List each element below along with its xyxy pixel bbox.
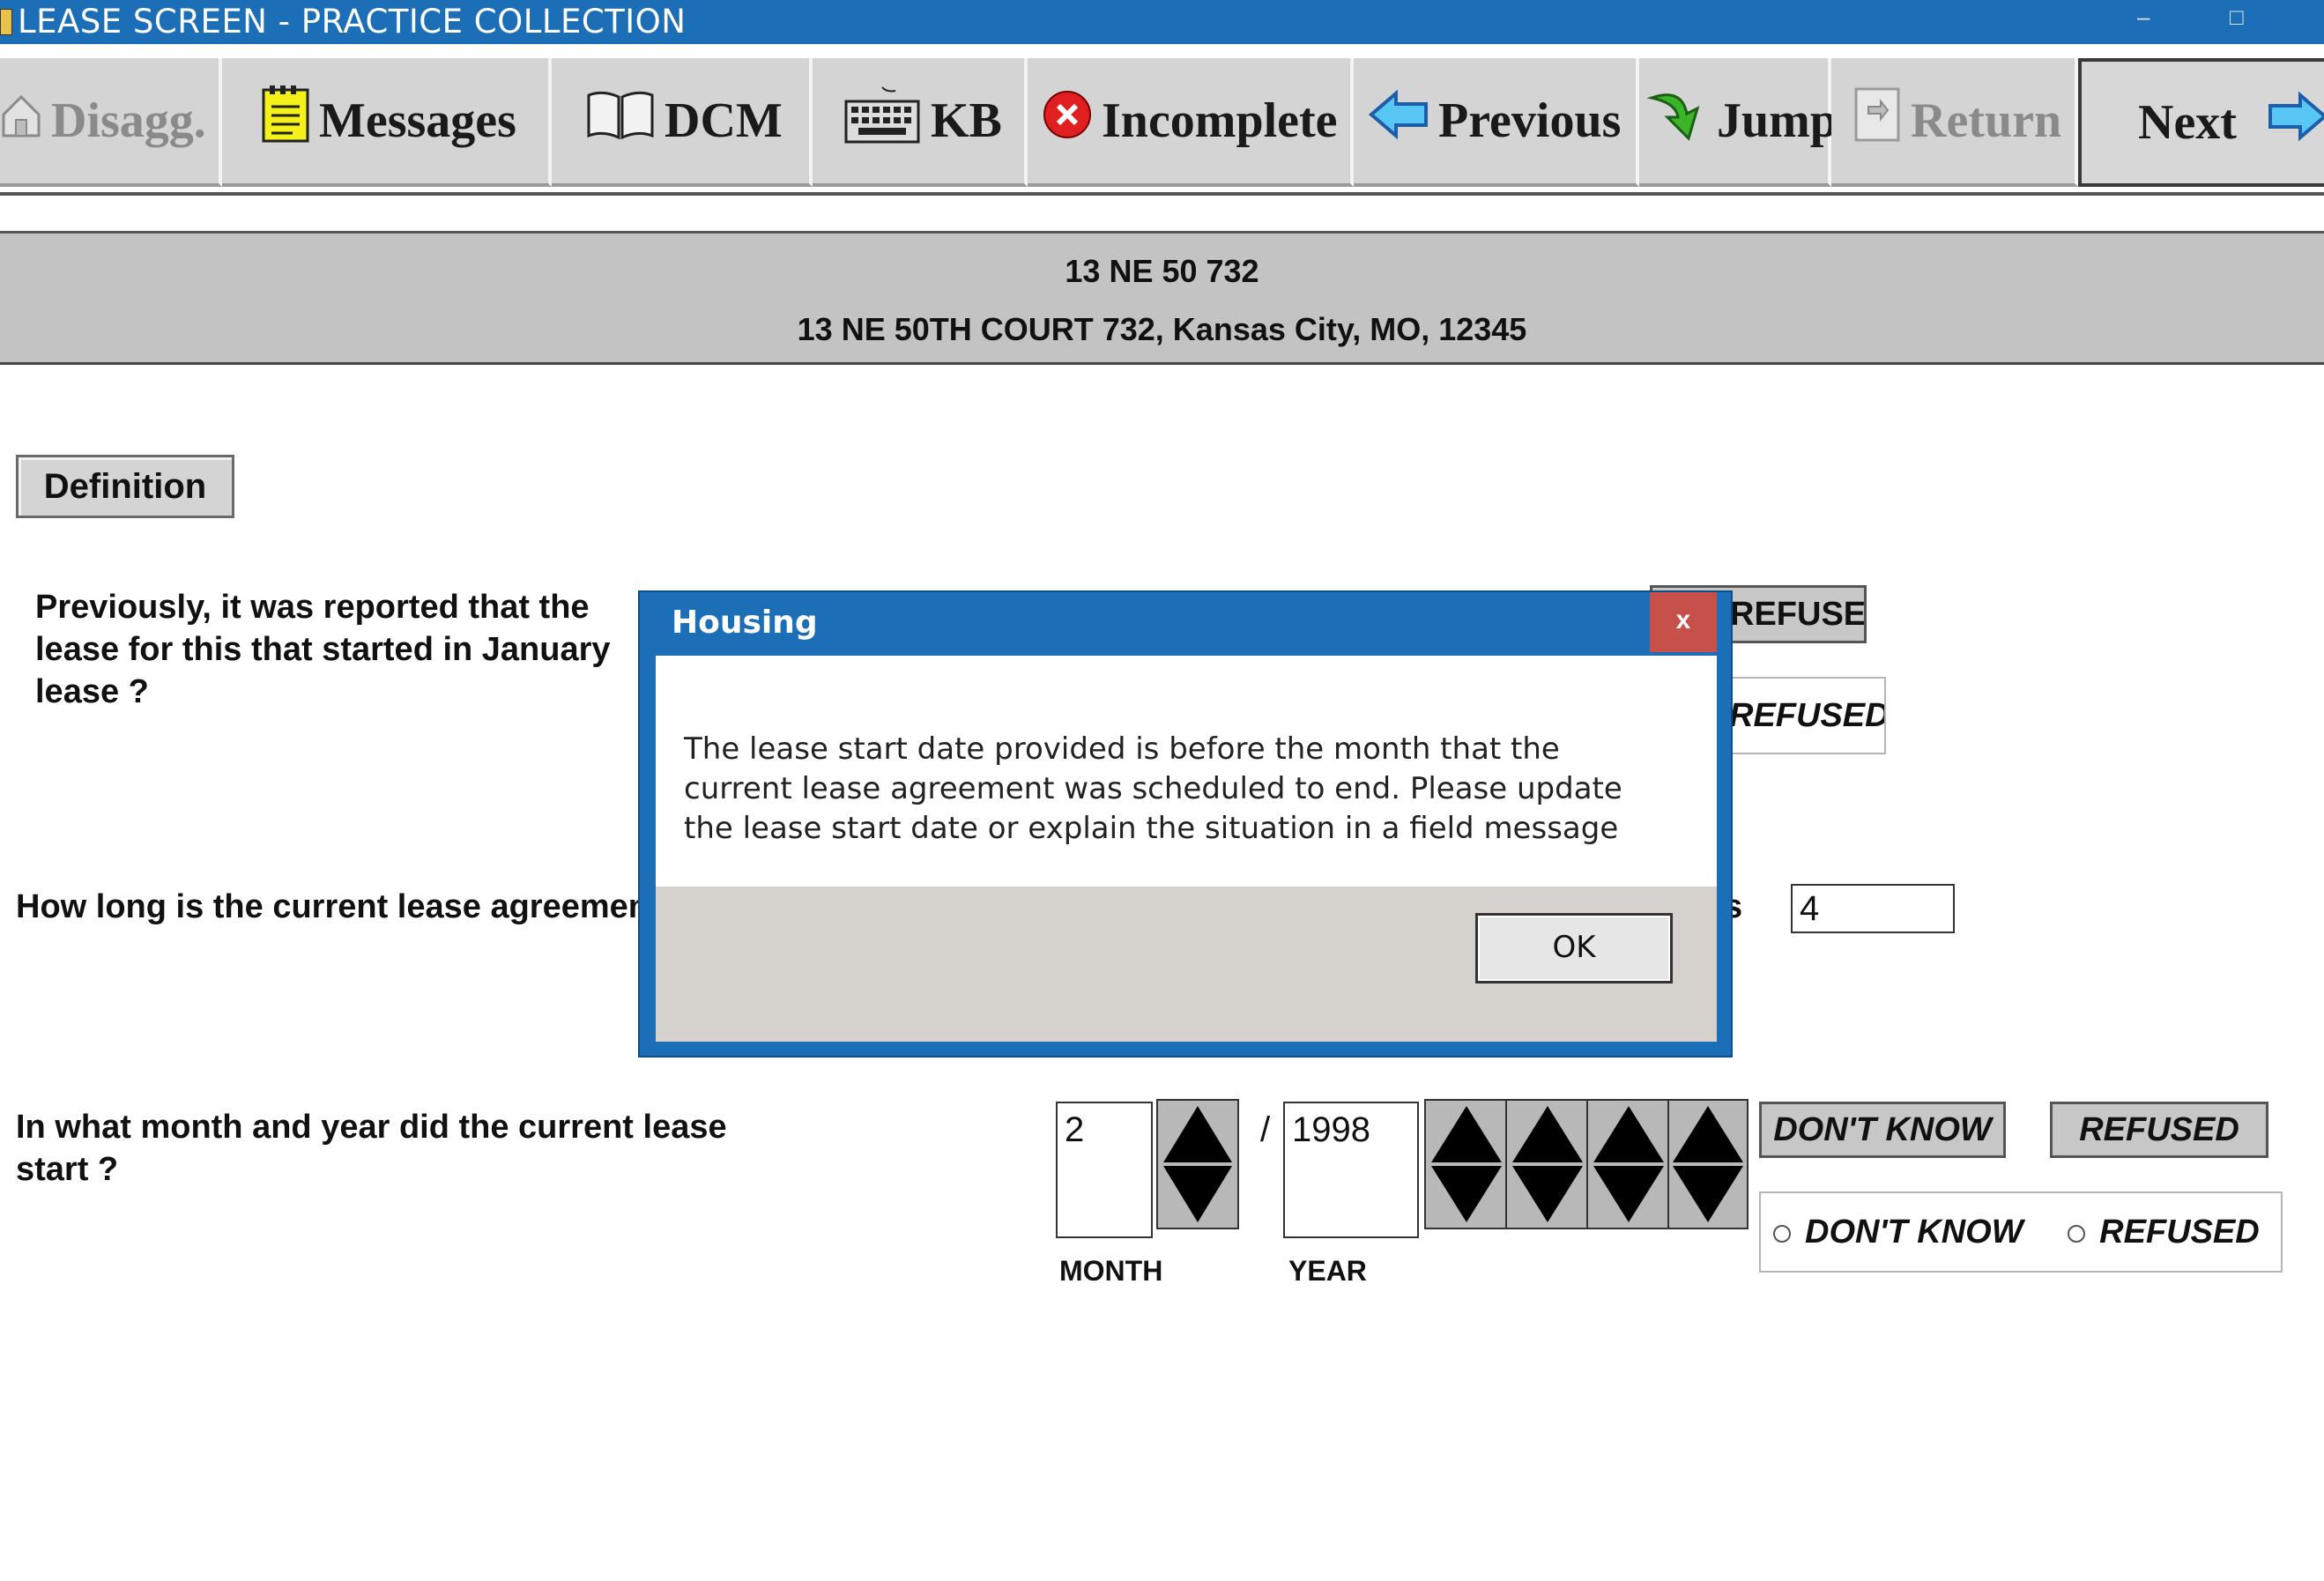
question-lease-start: In what month and year did the current l… [16, 1109, 727, 1188]
spinner-arrows-icon [1512, 1101, 1588, 1228]
spinner-arrows-icon [1431, 1101, 1507, 1228]
q3-refused-radio-label: REFUSED [2099, 1214, 2260, 1251]
year-spinner[interactable] [1424, 1099, 1749, 1229]
disagg-label: Disagg. [51, 93, 206, 148]
address-full: 13 NE 50TH COURT 732, Kansas City, MO, 1… [797, 311, 1527, 347]
next-button[interactable]: Next [2078, 58, 2324, 187]
month-label: MONTH [1059, 1255, 1163, 1287]
next-label: Next [2138, 95, 2237, 150]
return-icon [1853, 85, 1902, 156]
radio-icon [2068, 1224, 2086, 1243]
q1-refused-label: REFUSED [1730, 596, 1867, 633]
address-short: 13 NE 50 732 [1065, 253, 1259, 289]
spinner-arrows-icon [1593, 1101, 1669, 1228]
incomplete-button[interactable]: Incomplete [1028, 58, 1354, 187]
month-input[interactable]: 2 [1056, 1102, 1153, 1238]
spinner-arrows-icon [1163, 1106, 1232, 1222]
ok-button[interactable]: OK [1475, 913, 1673, 983]
year-input[interactable]: 1998 [1283, 1102, 1419, 1238]
previous-button[interactable]: Previous [1354, 58, 1639, 187]
q3-dont-know-radio-label: DON'T KNOW [1805, 1214, 2023, 1251]
kb-label: KB [931, 93, 1002, 148]
month-spinner[interactable] [1156, 1099, 1239, 1229]
q1-refused-radio-label: REFUSED [1729, 697, 1886, 734]
dcm-button[interactable]: DCM [552, 58, 813, 187]
maximize-button[interactable]: □ [2230, 4, 2244, 31]
notepad-icon [261, 85, 310, 156]
previous-label: Previous [1438, 93, 1622, 148]
messages-label: Messages [319, 93, 516, 148]
q3-refused-button[interactable]: REFUSED [2050, 1102, 2268, 1158]
q3-refused-radio[interactable]: REFUSED [2068, 1214, 2260, 1251]
q3-radio-group: DON'T KNOW REFUSED [1759, 1191, 2283, 1273]
dialog-close-button[interactable]: x [1650, 592, 1717, 652]
app-icon [0, 9, 12, 35]
question-lease-length: How long is the current lease agreement [16, 888, 660, 925]
window-title: LEASE SCREEN - PRACTICE COLLECTION [18, 3, 687, 41]
error-x-icon [1042, 89, 1093, 152]
messages-button[interactable]: Messages [222, 58, 552, 187]
dcm-label: DCM [665, 93, 783, 148]
book-icon [585, 88, 656, 153]
arrow-right-icon [2267, 90, 2324, 155]
return-label: Return [1911, 93, 2062, 148]
date-separator: / [1260, 1110, 1271, 1149]
q3-dont-know-button[interactable]: DON'T KNOW [1759, 1102, 2006, 1158]
q3-dont-know-radio[interactable]: DON'T KNOW [1773, 1214, 2023, 1251]
jump-label: Jump [1717, 93, 1838, 148]
arrow-left-icon [1368, 88, 1429, 153]
return-button[interactable]: Return [1831, 58, 2078, 187]
dialog-title: Housing [672, 605, 818, 641]
kb-button[interactable]: KB [813, 58, 1028, 187]
spinner-arrows-icon [1673, 1106, 1743, 1222]
dialog-body: The lease start date provided is before … [656, 656, 1717, 1042]
radio-icon [1773, 1224, 1791, 1243]
house-icon [0, 90, 42, 152]
definition-button[interactable]: Definition [16, 455, 234, 518]
address-header: 13 NE 50 732 13 NE 50TH COURT 732, Kansa… [0, 234, 2324, 365]
keyboard-icon [843, 84, 922, 158]
toolbar-divider [0, 192, 2324, 196]
question-previous-lease: Previously, it was reported that the lea… [35, 589, 611, 710]
housing-dialog: Housing x The lease start date provided … [638, 590, 1733, 1058]
minimize-button[interactable]: – [2137, 4, 2150, 31]
toolbar: Disagg. Messages DCM KB Incomplete Previ… [0, 58, 2324, 190]
dialog-footer: OK [656, 887, 1717, 1042]
dialog-message: The lease start date provided is before … [684, 731, 1622, 846]
incomplete-label: Incomplete [1102, 93, 1338, 148]
lease-length-input[interactable]: 4 [1791, 884, 1955, 933]
year-label: YEAR [1288, 1255, 1367, 1287]
disagg-button[interactable]: Disagg. [0, 58, 222, 187]
jump-arrow-icon [1646, 84, 1708, 158]
jump-button[interactable]: Jump [1639, 58, 1838, 187]
title-bar: LEASE SCREEN - PRACTICE COLLECTION – □ [0, 0, 2324, 44]
